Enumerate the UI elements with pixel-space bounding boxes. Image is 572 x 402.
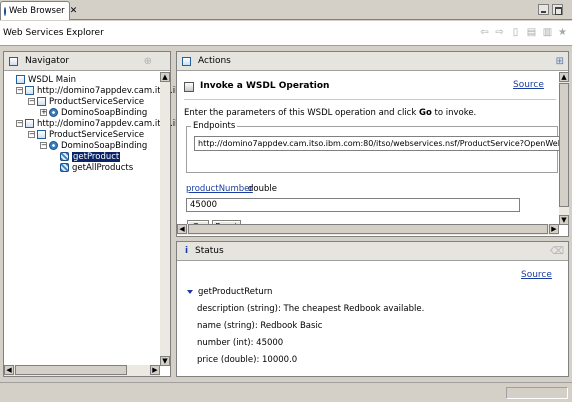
maximize-panel-icon[interactable]: ⊞ [556,56,564,67]
export-icon[interactable]: ▤ [526,27,537,38]
instructions-go: Go [418,108,432,118]
actions-icon [182,56,191,66]
instructions-post: to invoke. [431,108,477,118]
tree-label-selected: getProduct [72,151,121,162]
collapse-icon[interactable]: − [16,120,23,127]
invoke-operation-icon [184,82,194,92]
workbench-status-bar [0,382,572,402]
service-icon [37,97,46,106]
operation-icon [60,152,69,161]
clear-status-icon[interactable]: ⌫ [550,246,564,257]
result-line: price (double): 10000.0 [197,355,298,365]
source-link[interactable]: Source [513,80,544,90]
collapse-icon[interactable]: − [16,87,23,94]
tree-label: ProductServiceService [49,129,145,140]
result-line: number (int): 45000 [197,338,284,348]
status-panel: i Status ⌫ Source getProductReturn descr… [176,241,569,377]
maximize-button[interactable] [552,4,563,15]
tree-label: DominoSoapBinding [61,140,148,151]
tree-item-getallproducts[interactable]: getAllProducts [60,162,133,173]
tree-item-getproduct[interactable]: getProduct [60,151,121,162]
scroll-up-icon[interactable]: ▲ [559,72,569,82]
scroll-down-icon[interactable]: ▼ [559,215,569,225]
operation-title: Invoke a WSDL Operation [200,81,330,91]
close-icon[interactable]: ✕ [70,6,78,16]
navigator-icon [9,56,18,66]
status-source-link[interactable]: Source [521,270,552,280]
navigator-vertical-scrollbar[interactable]: ▲ ▼ [160,72,170,366]
tree-label: getAllProducts [72,162,134,173]
endpoints-label: Endpoints [191,121,238,131]
page-title: Web Services Explorer [3,28,104,38]
collapse-triangle-icon[interactable] [187,290,193,294]
scrollbar-thumb[interactable] [559,83,569,207]
result-line: name (string): Redbook Basic [197,321,323,331]
tree-item-wsdl-main[interactable]: WSDL Main [16,74,76,85]
tree-item-service-2[interactable]: − ProductServiceService [28,129,144,140]
tree-label: DominoSoapBinding [61,107,148,118]
endpoint-field[interactable]: http://domino7appdev.cam.itso.ibm.com:80… [194,136,562,151]
scroll-up-icon[interactable]: ▲ [160,72,170,82]
navigator-horizontal-scrollbar[interactable]: ◀ ▶ [4,365,160,376]
status-bar-cell [506,387,568,399]
navigator-title: Navigator [25,56,70,66]
forward-arrow-icon[interactable]: ⇨ [494,27,505,38]
tree-label: ProductServiceService [49,96,145,107]
wsdl-document-icon [25,119,34,128]
actions-horizontal-scrollbar[interactable]: ◀ ▶ [177,224,559,235]
result-line: description (string): The cheapest Redbo… [197,304,425,314]
actions-content: Invoke a WSDL Operation Source Enter the… [178,72,562,234]
globe-icon [4,6,6,16]
return-header[interactable]: getProductReturn [187,287,272,297]
tree-item-binding-1[interactable]: + DominoSoapBinding [40,107,147,118]
actions-title: Actions [198,56,231,66]
binding-icon [49,108,58,117]
divider [184,99,556,100]
return-name: getProductReturn [198,287,273,297]
status-header: i Status ⌫ [177,242,568,261]
tab-label: Web Browser [9,6,65,16]
navigator-header: Navigator ⊕ [4,52,170,71]
collapse-icon[interactable]: − [28,98,35,105]
scroll-left-icon[interactable]: ◀ [4,365,14,375]
tab-web-browser[interactable]: Web Browser ✕ [0,1,77,20]
editor-tab-bar [0,0,572,20]
param-type: double [248,184,277,194]
param-name-link[interactable]: productNumber [186,184,253,194]
tree-item-binding-2[interactable]: − DominoSoapBinding [40,140,147,151]
binding-icon [49,141,58,150]
instructions-pre: Enter the parameters of this WSDL operat… [184,108,419,118]
scroll-left-icon[interactable]: ◀ [177,224,187,234]
actions-panel: Actions ⊞ Invoke a WSDL Operation Source… [176,51,569,237]
pin-icon[interactable]: ⊕ [144,56,152,67]
minimize-button[interactable] [538,4,549,15]
back-arrow-icon[interactable]: ⇦ [479,27,490,38]
scrollbar-thumb[interactable] [15,365,127,375]
scroll-right-icon[interactable]: ▶ [549,224,559,234]
favorites-icon[interactable]: ★ [557,27,568,38]
scroll-right-icon[interactable]: ▶ [150,365,160,375]
document-icon[interactable]: ▯ [510,27,521,38]
tree-label: WSDL Main [28,74,77,85]
import-icon[interactable]: ▥ [542,27,553,38]
tree-item-service-1[interactable]: − ProductServiceService [28,96,144,107]
product-number-input[interactable]: 45000 [186,198,520,212]
status-title: Status [195,246,224,256]
operation-icon [60,163,69,172]
actions-header: Actions ⊞ [177,52,568,71]
expand-icon[interactable]: + [40,109,47,116]
wsdl-document-icon [25,86,34,95]
navigator-panel: Navigator ⊕ WSDL Main − http://domino7ap… [3,51,189,377]
collapse-icon[interactable]: − [28,131,35,138]
info-icon: i [184,246,189,256]
scroll-down-icon[interactable]: ▼ [160,356,170,366]
actions-vertical-scrollbar[interactable]: ▲ ▼ [559,72,569,225]
scrollbar-thumb[interactable] [188,224,548,234]
collapse-icon[interactable]: − [40,142,47,149]
service-icon [37,130,46,139]
wsdl-main-icon [16,75,25,84]
instructions-text: Enter the parameters of this WSDL operat… [184,108,476,118]
